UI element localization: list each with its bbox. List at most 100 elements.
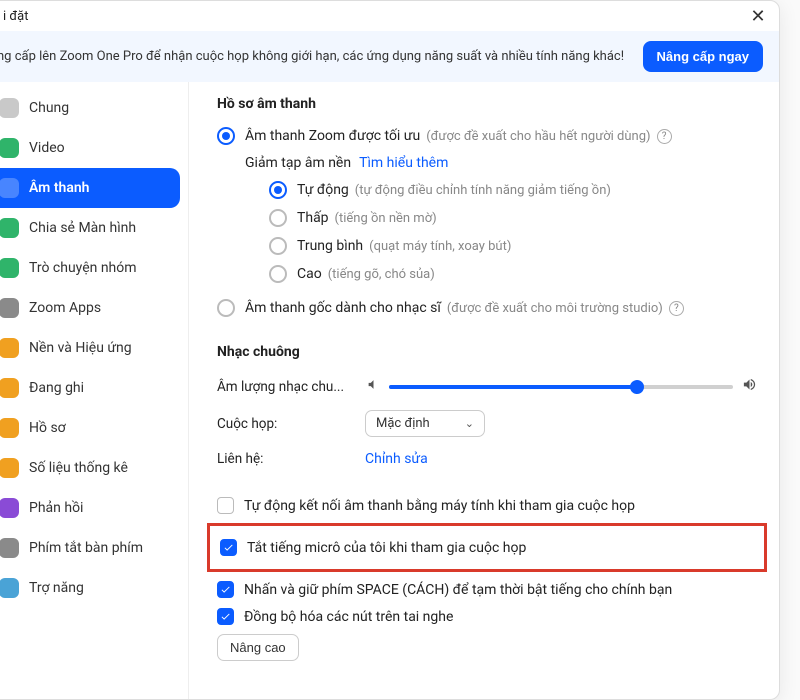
sidebar-item-0[interactable]: Chung [0, 88, 180, 128]
noise-suppression-label-row: Giảm tạp âm nền Tìm hiểu thêm [217, 150, 757, 176]
sidebar-item-1[interactable]: Video [0, 128, 180, 168]
ringtone-volume-label: Âm lượng nhạc chu... [217, 379, 365, 395]
sidebar: Chung Video Âm thanh Chia sẻ Màn hình Trò ch… [0, 82, 189, 700]
sidebar-item-label: Phím tắt bàn phím [29, 540, 143, 556]
sidebar-item-label: Số liệu thống kê [29, 460, 128, 476]
sidebar-item-icon [0, 418, 19, 438]
radio-icon [269, 237, 287, 255]
audio-check-0[interactable]: Tự động kết nối âm thanh bằng máy tính k… [217, 492, 757, 519]
upgrade-banner-text: ng cấp lên Zoom One Pro để nhận cuộc họp… [0, 49, 624, 64]
sidebar-item-7[interactable]: Đang ghi [0, 368, 180, 408]
ringtone-meeting-select[interactable]: Mặc định ⌄ [365, 410, 485, 437]
radio-icon [269, 209, 287, 227]
audio-check-3[interactable]: Đồng bộ hóa các nút trên tai nghe [217, 603, 757, 630]
sidebar-item-icon [0, 338, 19, 358]
sidebar-item-3[interactable]: Chia sẻ Màn hình [0, 208, 180, 248]
sidebar-item-icon [0, 538, 19, 558]
sidebar-item-label: Âm thanh [29, 180, 89, 196]
radio-icon [217, 127, 235, 145]
option-label: Âm thanh Zoom được tối ưu [245, 128, 420, 144]
checkbox-label: Nhấn và giữ phím SPACE (CÁCH) để tạm thờ… [244, 582, 672, 598]
noise-option-0[interactable]: Tự động (tự động điều chỉnh tính năng giả… [217, 176, 757, 204]
audio-profile-zoom-optimized[interactable]: Âm thanh Zoom được tối ưu (được đề xuất … [217, 122, 757, 150]
sidebar-item-11[interactable]: Phím tắt bàn phím [0, 528, 180, 568]
sidebar-item-8[interactable]: Hồ sơ [0, 408, 180, 448]
sidebar-item-label: Đang ghi [29, 380, 84, 396]
audio-profile-original[interactable]: Âm thanh gốc dành cho nhạc sĩ (được đề x… [217, 294, 757, 322]
checkbox-icon [217, 497, 234, 514]
slider-fill [389, 385, 637, 389]
noise-option-2[interactable]: Trung bình(quạt máy tính, xoay bút) [217, 232, 757, 260]
option-hint: (tự động điều chỉnh tính năng giảm tiếng… [355, 183, 611, 198]
ringtone-contact-edit-link[interactable]: Chỉnh sửa [365, 451, 428, 467]
content-audio: Hồ sơ âm thanh Âm thanh Zoom được tối ưu… [189, 82, 779, 700]
checkbox-icon [220, 539, 237, 556]
sidebar-item-label: Chia sẻ Màn hình [29, 220, 136, 236]
sidebar-item-label: Nền và Hiệu ứng [29, 340, 132, 356]
sidebar-item-label: Hồ sơ [29, 420, 66, 436]
option-hint: (được đề xuất cho hầu hết người dùng) [426, 129, 650, 144]
sidebar-item-10[interactable]: Phản hồi [0, 488, 180, 528]
checkbox-icon [217, 608, 234, 625]
radio-icon [269, 181, 287, 199]
sidebar-item-4[interactable]: Trò chuyện nhóm [0, 248, 180, 288]
chevron-down-icon: ⌄ [465, 417, 474, 430]
sidebar-item-label: Zoom Apps [29, 300, 101, 316]
option-hint: (tiếng ồn nền mờ) [335, 211, 437, 226]
ringtone-contact-row: Liên hệ: Chỉnh sửa [217, 444, 757, 474]
checkbox-label: Tắt tiếng micrô của tôi khi tham gia cuộ… [247, 540, 526, 556]
ringtone-heading: Nhạc chuông [217, 344, 757, 360]
sidebar-item-label: Phản hồi [29, 500, 83, 516]
help-icon[interactable]: ? [657, 129, 672, 144]
highlight-box: Tắt tiếng micrô của tôi khi tham gia cuộ… [207, 523, 767, 572]
learn-more-link[interactable]: Tìm hiểu thêm [359, 155, 448, 171]
ringtone-volume-row: Âm lượng nhạc chu... [217, 370, 757, 403]
option-hint: (quạt máy tính, xoay bút) [369, 239, 511, 254]
audio-check-1[interactable]: Tắt tiếng micrô của tôi khi tham gia cuộ… [220, 534, 754, 561]
window-title: i đặt [3, 9, 28, 24]
sidebar-item-icon [0, 218, 19, 238]
checkbox-label: Đồng bộ hóa các nút trên tai nghe [244, 609, 453, 625]
ringtone-volume-slider[interactable] [365, 377, 757, 396]
audio-options-checklist: Tự động kết nối âm thanh bằng máy tính k… [217, 492, 757, 630]
sidebar-item-icon [0, 178, 19, 198]
slider-thumb[interactable] [630, 380, 644, 394]
speaker-high-icon [741, 377, 757, 396]
audio-profile-heading: Hồ sơ âm thanh [217, 96, 757, 112]
close-icon[interactable]: ✕ [747, 5, 769, 27]
ringtone-meeting-label: Cuộc họp: [217, 416, 365, 432]
sidebar-item-icon [0, 298, 19, 318]
audio-check-2[interactable]: Nhấn và giữ phím SPACE (CÁCH) để tạm thờ… [217, 576, 757, 603]
option-label: Âm thanh gốc dành cho nhạc sĩ [245, 300, 441, 316]
option-label: Tự động [297, 182, 349, 198]
option-label: Cao [297, 266, 322, 282]
noise-option-1[interactable]: Thấp (tiếng ồn nền mờ) [217, 204, 757, 232]
sidebar-item-5[interactable]: Zoom Apps [0, 288, 180, 328]
sidebar-item-6[interactable]: Nền và Hiệu ứng [0, 328, 180, 368]
upgrade-button[interactable]: Nâng cấp ngay [643, 41, 763, 72]
sidebar-item-label: Chung [29, 100, 69, 116]
titlebar: i đặt ✕ [0, 1, 779, 31]
sidebar-item-icon [0, 138, 19, 158]
sidebar-item-icon [0, 458, 19, 478]
ringtone-contact-label: Liên hệ: [217, 451, 365, 467]
option-hint: (được đề xuất cho môi trường studio) [447, 301, 663, 316]
sidebar-item-12[interactable]: Trợ năng [0, 568, 180, 608]
option-label: Thấp [297, 210, 329, 226]
ringtone-meeting-row: Cuộc họp: Mặc định ⌄ [217, 403, 757, 444]
slider-track[interactable] [389, 385, 733, 389]
checkbox-label: Tự động kết nối âm thanh bằng máy tính k… [244, 498, 635, 514]
sidebar-item-icon [0, 98, 19, 118]
noise-suppression-label: Giảm tạp âm nền [245, 155, 351, 171]
checkbox-icon [217, 581, 234, 598]
upgrade-banner: ng cấp lên Zoom One Pro để nhận cuộc họp… [0, 31, 779, 82]
help-icon[interactable]: ? [669, 301, 684, 316]
advanced-button[interactable]: Nâng cao [217, 634, 299, 661]
sidebar-item-2[interactable]: Âm thanh [0, 168, 180, 208]
sidebar-item-icon [0, 378, 19, 398]
sidebar-item-label: Video [29, 140, 65, 156]
settings-body: Chung Video Âm thanh Chia sẻ Màn hình Trò ch… [0, 82, 779, 700]
sidebar-item-icon [0, 578, 19, 598]
noise-option-3[interactable]: Cao(tiếng gõ, chó sủa) [217, 260, 757, 288]
sidebar-item-9[interactable]: Số liệu thống kê [0, 448, 180, 488]
